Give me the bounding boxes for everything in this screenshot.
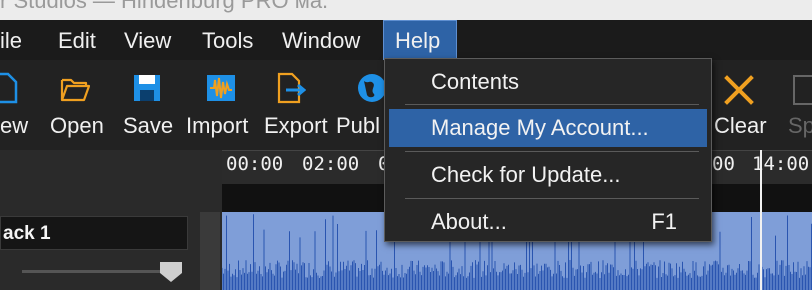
menu-separator (405, 151, 699, 152)
help-menu-dropdown: Contents Manage My Account... Check for … (384, 58, 712, 242)
menu-separator (405, 104, 699, 105)
import-label: Import (186, 113, 249, 138)
folder-icon (60, 78, 90, 102)
save-icon (134, 75, 160, 101)
clear-button[interactable]: Clear (712, 60, 772, 150)
window-title: r Studios — Hindenburg PRO ма. (0, 0, 329, 13)
menu-item-label: Check for Update... (431, 162, 621, 187)
menu-item-label: Contents (431, 69, 520, 94)
volume-slider-track[interactable] (22, 270, 182, 273)
menu-edit[interactable]: Edit (58, 20, 96, 60)
export-button[interactable]: Export (264, 60, 334, 150)
menu-bar: ile Edit View Tools Window Help (0, 20, 812, 60)
split-label: Sp (788, 113, 812, 138)
menu-file[interactable]: ile (0, 20, 40, 60)
import-button[interactable]: Import (186, 60, 260, 150)
save-button[interactable]: Save (122, 60, 174, 150)
menu-item-about[interactable]: About... F1 (389, 203, 707, 241)
track-name: ack 1 (3, 223, 51, 244)
globe-icon (358, 74, 384, 102)
new-button[interactable]: ew (0, 60, 44, 150)
split-icon (793, 75, 812, 105)
clear-label: Clear (714, 113, 767, 138)
ruler-tick: 02:00 (302, 153, 360, 175)
new-label: ew (0, 113, 29, 138)
import-waveform-icon (207, 75, 235, 101)
menu-item-label: Manage My Account... (431, 115, 649, 140)
level-meter (200, 212, 220, 290)
window-title-bar: r Studios — Hindenburg PRO ма. (0, 0, 812, 20)
clear-x-icon (724, 75, 754, 105)
ruler-tick: 00:00 (226, 153, 284, 175)
export-label: Export (264, 113, 328, 138)
save-label: Save (123, 113, 174, 138)
ruler-tick: 00 (712, 153, 735, 175)
menu-help[interactable]: Help (383, 20, 457, 60)
menu-separator (405, 198, 699, 199)
menu-item-check-update[interactable]: Check for Update... (389, 156, 707, 194)
menu-window[interactable]: Window (282, 20, 360, 60)
new-icon (0, 72, 18, 104)
open-button[interactable]: Open (48, 60, 110, 150)
menu-tools[interactable]: Tools (202, 20, 253, 60)
split-button[interactable]: Sp (786, 60, 812, 150)
menu-item-manage-account[interactable]: Manage My Account... (389, 109, 707, 147)
publish-button[interactable]: Publ (336, 60, 384, 150)
publish-label: Publ (336, 113, 381, 138)
menu-view[interactable]: View (124, 20, 171, 60)
export-icon (277, 72, 306, 104)
menu-item-shortcut: F1 (651, 209, 677, 234)
track-name-field[interactable]: ack 1 (0, 216, 188, 250)
menu-item-contents[interactable]: Contents (389, 63, 707, 101)
playhead[interactable] (760, 150, 762, 290)
menu-item-label: About... (431, 209, 507, 234)
open-label: Open (50, 113, 104, 138)
